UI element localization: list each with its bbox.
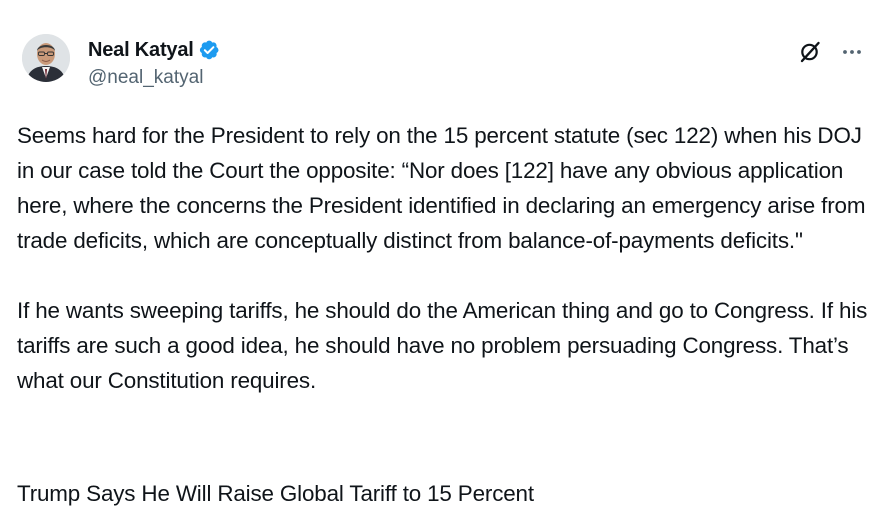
header-actions [798, 40, 864, 64]
grok-icon[interactable] [798, 40, 822, 64]
display-name[interactable]: Neal Katyal [88, 38, 194, 62]
verified-badge-icon[interactable] [198, 39, 220, 61]
more-horizontal-icon[interactable] [840, 40, 864, 64]
avatar-image [22, 34, 70, 82]
user-handle[interactable]: @neal_katyal [88, 66, 220, 90]
tweet-header: Neal Katyal @neal_katyal [22, 34, 872, 98]
tweet-paragraph-1: Seems hard for the President to rely on … [17, 123, 866, 253]
tweet-text: Seems hard for the President to rely on … [17, 118, 875, 398]
user-info: Neal Katyal @neal_katyal [88, 38, 220, 94]
name-row: Neal Katyal [88, 38, 220, 62]
avatar[interactable] [22, 34, 70, 82]
linked-article-headline[interactable]: Trump Says He Will Raise Global Tariff t… [17, 476, 534, 511]
tweet-paragraph-2: If he wants sweeping tariffs, he should … [17, 298, 868, 393]
tweet-card: Neal Katyal @neal_katyal Seems hard for … [0, 0, 891, 511]
